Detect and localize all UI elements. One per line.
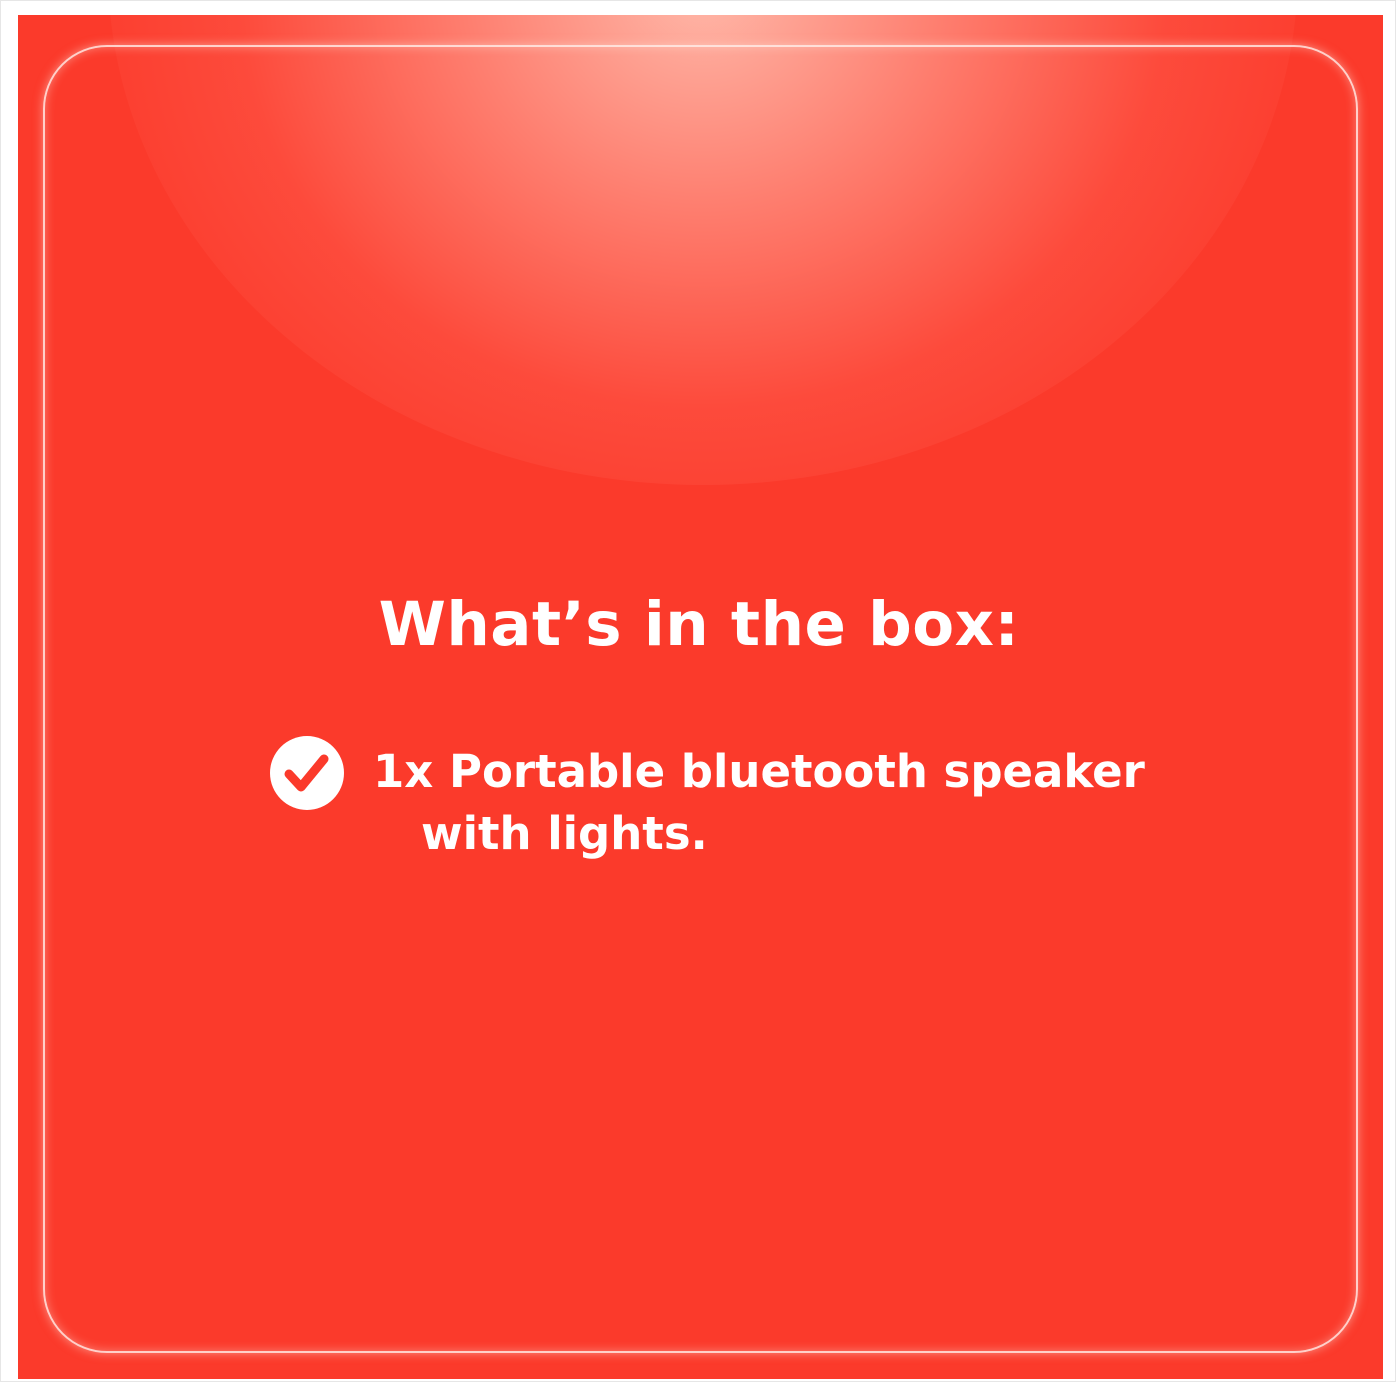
product-panel (18, 15, 1383, 1379)
image-frame: What’s in the box: 1x Portable bluetooth… (0, 0, 1396, 1382)
item-line-2: with lights. (421, 807, 708, 860)
item-line-1: 1x Portable bluetooth speaker (373, 745, 1145, 798)
box-content-item-text: 1x Portable bluetooth speaker with light… (373, 741, 1173, 865)
check-circle-icon (270, 736, 344, 810)
box-contents-heading: What’s in the box: (378, 589, 1020, 660)
rounded-border (43, 45, 1358, 1353)
